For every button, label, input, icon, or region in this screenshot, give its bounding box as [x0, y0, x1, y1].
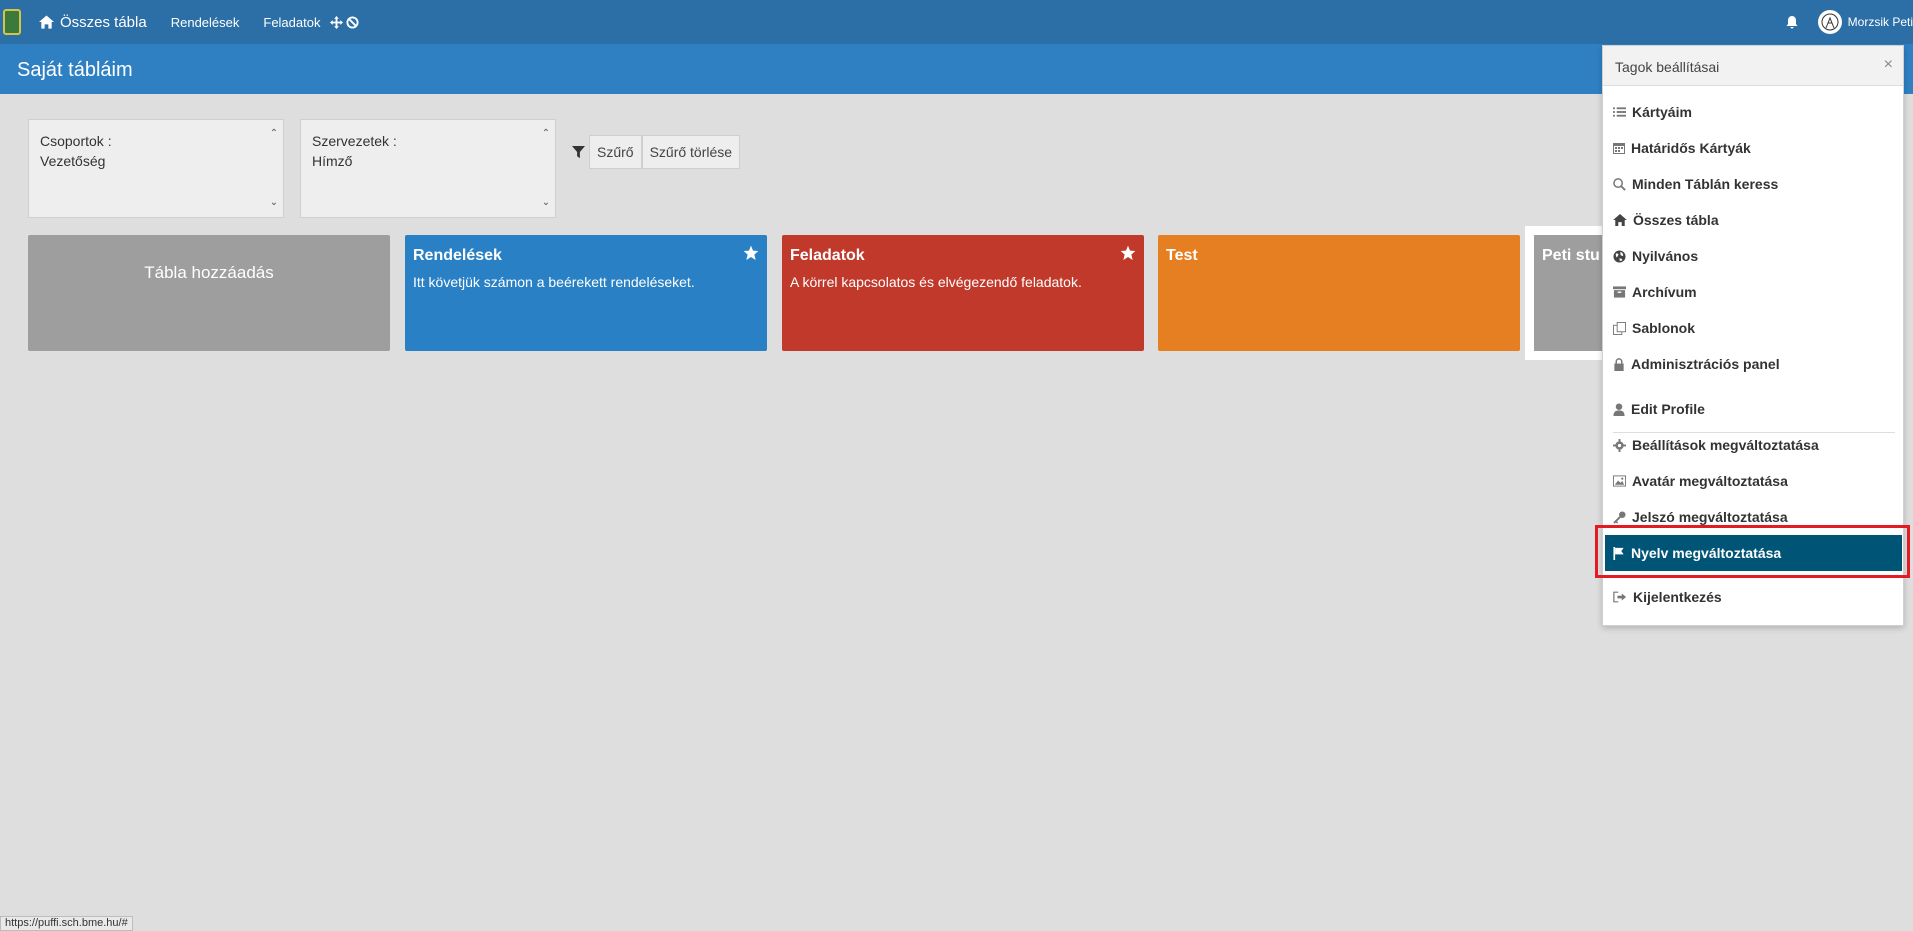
board-tile-feladatok[interactable]: Feladatok A körrel kapcsolatos és elvége… [782, 235, 1144, 351]
groups-label: Csoportok : [40, 133, 112, 149]
gear-icon [1613, 438, 1626, 452]
menu-item-label: Kártyáim [1632, 104, 1692, 120]
page-title: Saját tábláim [17, 59, 133, 81]
nav-home-link[interactable]: Összes tábla [39, 14, 147, 31]
groups-value[interactable]: Vezetőség [40, 151, 272, 171]
add-board-label: Tábla hozzáadás [144, 263, 274, 282]
orgs-label: Szervezetek : [312, 133, 397, 149]
menu-item-label: Nyilvános [1632, 248, 1699, 264]
globe-icon [1613, 249, 1626, 263]
home-icon [1613, 214, 1627, 226]
menu-item-label: Jelszó megváltoztatása [1632, 509, 1788, 525]
groups-scrollbar[interactable]: ⌃ ⌄ [269, 124, 279, 213]
avatar[interactable] [1817, 10, 1842, 34]
board-description: A körrel kapcsolatos és elvégezendő fela… [790, 274, 1082, 290]
move-icon[interactable] [330, 15, 344, 29]
filter-actions: Szűrő Szűrő törlése [572, 135, 741, 169]
copy-icon [1613, 321, 1626, 335]
star-icon[interactable] [1120, 245, 1136, 261]
orgs-value[interactable]: Hímző [312, 151, 544, 171]
chevron-up-icon[interactable]: ⌃ [542, 124, 550, 144]
calendar-icon [1613, 143, 1625, 154]
orgs-select[interactable]: Szervezetek : Hímző ⌃ ⌄ [300, 119, 556, 218]
menu-item-change-settings[interactable]: Beállítások megváltoztatása [1613, 429, 1898, 461]
menu-item-archive[interactable]: Archívum [1613, 276, 1898, 308]
menu-item-change-avatar[interactable]: Avatár megváltoztatása [1613, 465, 1898, 497]
nav-link-rendelesek[interactable]: Rendelések [171, 15, 240, 30]
clear-filter-button[interactable]: Szűrő törlése [641, 135, 741, 169]
funnel-icon [572, 145, 585, 158]
groups-select[interactable]: Csoportok : Vezetőség ⌃ ⌄ [28, 119, 284, 218]
highlight-box [1595, 525, 1910, 578]
home-icon [39, 15, 54, 29]
nav-home-label: Összes tábla [60, 13, 147, 31]
menu-item-label: Minden Táblán keress [1632, 176, 1779, 192]
bell-icon[interactable] [1786, 15, 1798, 29]
menu-item-label: Avatár megváltoztatása [1632, 473, 1788, 489]
menu-item-label: Adminisztrációs panel [1631, 356, 1780, 372]
menu-item-admin-panel[interactable]: Adminisztrációs panel [1613, 348, 1898, 380]
logout-icon [1613, 591, 1627, 603]
board-title: Rendelések [413, 247, 502, 264]
board-tile-test[interactable]: Test [1158, 235, 1520, 351]
board-tile-rendelesek[interactable]: Rendelések Itt követjük számon a beéreke… [405, 235, 767, 351]
chevron-down-icon[interactable]: ⌄ [542, 193, 550, 213]
board-title: Peti stu [1542, 247, 1600, 264]
menu-item-label: Archívum [1632, 284, 1697, 300]
menu-item-label: Kijelentkezés [1633, 589, 1722, 605]
star-icon[interactable] [743, 245, 759, 261]
menu-item-templates[interactable]: Sablonok [1613, 312, 1898, 344]
user-icon [1613, 402, 1625, 416]
menu-item-label: Edit Profile [1631, 401, 1705, 417]
search-icon [1613, 177, 1626, 191]
ban-icon[interactable] [346, 15, 360, 29]
menu-item-label: Összes tábla [1633, 212, 1719, 228]
close-icon[interactable]: × [1884, 56, 1893, 74]
archive-icon [1613, 286, 1626, 298]
app-logo[interactable] [3, 9, 21, 35]
menu-item-search-all[interactable]: Minden Táblán keress [1613, 168, 1898, 200]
lock-icon [1614, 357, 1624, 371]
status-bar-url: https://puffi.sch.bme.hu/# [0, 916, 133, 931]
filter-button[interactable]: Szűrő [589, 135, 642, 169]
menu-item-edit-profile[interactable]: Edit Profile [1613, 393, 1898, 425]
list-icon [1613, 107, 1626, 117]
chevron-down-icon[interactable]: ⌄ [270, 193, 278, 213]
panel-header: Tagok beállításai × [1603, 46, 1903, 86]
menu-item-logout[interactable]: Kijelentkezés [1613, 581, 1898, 613]
board-description: Itt követjük számon a beérekett rendelés… [413, 274, 695, 290]
nav-link-feladatok[interactable]: Feladatok [263, 15, 320, 30]
menu-item-label: Beállítások megváltoztatása [1632, 437, 1819, 453]
chevron-up-icon[interactable]: ⌃ [270, 124, 278, 144]
panel-title: Tagok beállításai [1615, 59, 1720, 75]
menu-item-label: Sablonok [1632, 320, 1696, 336]
orgs-scrollbar[interactable]: ⌃ ⌄ [541, 124, 551, 213]
image-icon [1613, 475, 1626, 487]
menu-item-all-boards[interactable]: Összes tábla [1613, 204, 1898, 236]
key-icon [1613, 510, 1626, 524]
username-label[interactable]: Morzsik Peti [1848, 15, 1913, 29]
avatar-icon [1821, 13, 1839, 31]
menu-item-label: Határidős Kártyák [1631, 140, 1751, 156]
top-navbar: Összes tábla Rendelések Feladatok Morzsi… [0, 0, 1913, 44]
menu-item-public[interactable]: Nyilvános [1613, 240, 1898, 272]
menu-item-my-cards[interactable]: Kártyáim [1613, 96, 1898, 128]
menu-item-due-cards[interactable]: Határidős Kártyák [1613, 132, 1898, 164]
add-board-tile[interactable]: Tábla hozzáadás [28, 235, 390, 351]
board-title: Feladatok [790, 247, 865, 264]
board-title: Test [1166, 247, 1198, 264]
